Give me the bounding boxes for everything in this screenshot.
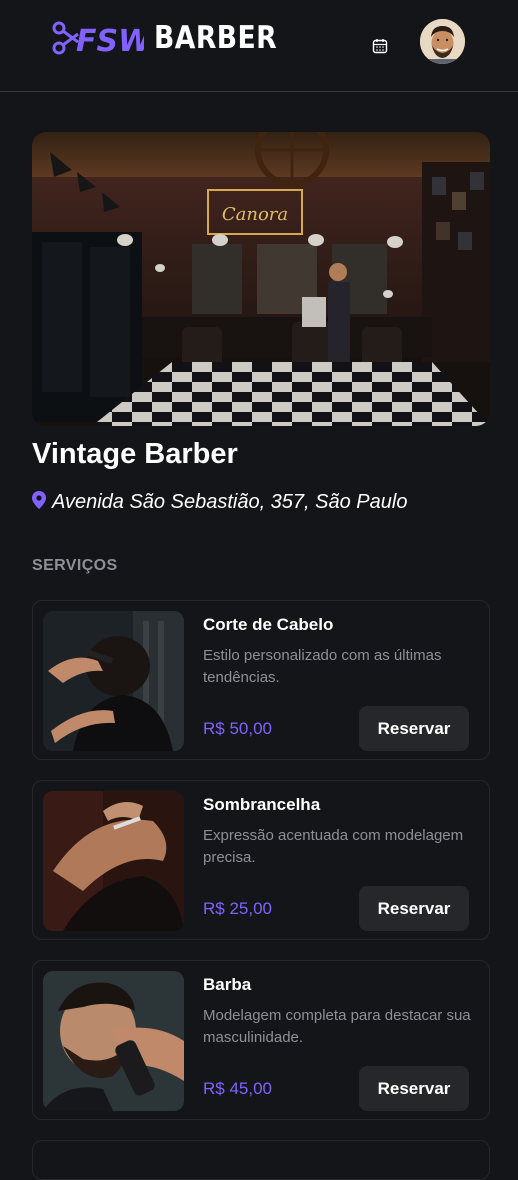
shop-name: Vintage Barber [32,438,238,470]
address-text: Avenida São Sebastião, 357, São Paulo [52,491,408,513]
scissors-icon: FSW [52,20,144,56]
service-image-haircut [43,611,184,751]
shop-address: Avenida São Sebastião, 357, São Paulo [32,489,407,515]
service-card: Sombrancelha Expressão acentuada com mod… [32,780,490,940]
reserve-button[interactable]: Reservar [359,886,469,931]
service-card: Barba Modelagem completa para destacar s… [32,960,490,1120]
service-title: Barba [203,975,252,994]
service-title: Corte de Cabelo [203,615,334,634]
map-pin-icon [32,490,46,514]
service-price: R$ 25,00 [203,899,272,918]
service-title: Sombrancelha [203,795,321,814]
services-section-title: SERVIÇOS [32,557,118,574]
calendar-button[interactable] [366,34,394,62]
service-image-eyebrow [43,791,184,931]
service-price: R$ 45,00 [203,1079,272,1098]
barbershop-banner-image: Canora [32,132,490,426]
logo-text: BARBER [154,20,278,56]
service-price: R$ 50,00 [203,719,272,738]
app-header: FSW BARBER [0,0,518,92]
service-card: Corte de Cabelo Estilo personalizado com… [32,600,490,760]
service-image-beard [43,971,184,1111]
service-description: Estilo personalizado com as últimas tend… [203,647,442,686]
reserve-button[interactable]: Reservar [359,706,469,751]
service-card-partial [32,1140,490,1180]
app-logo[interactable]: FSW BARBER [52,20,297,56]
reserve-button[interactable]: Reservar [359,1066,469,1111]
service-description: Expressão acentuada com modelagem precis… [203,827,464,866]
service-description: Modelagem completa para destacar sua mas… [203,1007,471,1046]
logo-mark-text: FSW [76,24,144,56]
calendar-icon [372,38,388,59]
user-avatar[interactable] [420,19,465,64]
